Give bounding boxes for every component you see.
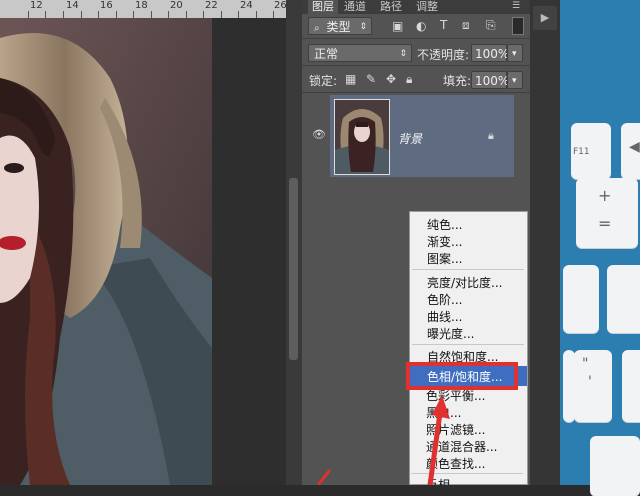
- filter-kind-label: 类型: [326, 20, 351, 34]
- keyboard-key: [607, 265, 640, 333]
- lock-transparent-icon[interactable]: ▦: [345, 72, 356, 86]
- lock-icon: 🔒︎: [488, 129, 494, 142]
- annotation-highlight-box: [406, 362, 518, 390]
- menu-item-exposure[interactable]: 曝光度...: [427, 325, 474, 342]
- ruler-tick: 26: [274, 0, 287, 11]
- ruler-tick: 16: [100, 0, 113, 11]
- layer-thumbnail[interactable]: [334, 99, 390, 175]
- fill-input[interactable]: 100%: [471, 71, 509, 89]
- keyboard-key-quote: " ': [574, 350, 612, 422]
- photo-portrait: [0, 18, 212, 485]
- annotation-arrow-tail: [316, 469, 332, 485]
- adjustment-filter-icon[interactable]: ◐: [416, 19, 426, 33]
- tab-layers[interactable]: 图层: [308, 0, 338, 14]
- keyboard-key-plus: + =: [576, 178, 638, 248]
- menu-item-solid-color[interactable]: 纯色...: [427, 216, 462, 233]
- canvas-pasteboard: [212, 18, 286, 485]
- opacity-label: 不透明度:: [417, 48, 470, 62]
- image-filter-icon[interactable]: ▣: [392, 19, 403, 33]
- horizontal-ruler: 12 14 16 18 20 22 24 26: [0, 0, 287, 19]
- keyboard-key-f11: F11: [571, 123, 611, 179]
- blend-mode-select[interactable]: 正常 ⇕: [308, 44, 412, 62]
- lock-image-icon[interactable]: ✎: [366, 72, 376, 86]
- tab-adjustments[interactable]: 调整: [412, 0, 442, 14]
- keyboard-key: ◀: [621, 123, 640, 179]
- chevron-updown-icon: ⇕: [399, 49, 407, 59]
- type-filter-icon[interactable]: T: [440, 18, 447, 32]
- annotation-arrow: [427, 395, 450, 485]
- ruler-tick: 24: [240, 0, 253, 11]
- ruler-tick: 12: [30, 0, 43, 11]
- ruler-tick: 14: [66, 0, 79, 11]
- fill-dropdown-icon[interactable]: ▾: [507, 71, 523, 89]
- menu-item-pattern[interactable]: 图案...: [427, 250, 462, 267]
- keyboard-key: [622, 350, 640, 422]
- ruler-tick: 18: [135, 0, 148, 11]
- filter-toggle-icon[interactable]: [512, 17, 524, 35]
- smart-object-filter-icon[interactable]: ⎘: [486, 18, 496, 33]
- menu-item-gradient[interactable]: 渐变...: [427, 233, 462, 250]
- lock-position-icon[interactable]: ✥: [386, 72, 396, 86]
- scrollbar-thumb[interactable]: [289, 178, 298, 360]
- blend-mode-value: 正常: [314, 47, 339, 61]
- keyboard-key: [563, 265, 599, 333]
- ruler-tick: 20: [170, 0, 183, 11]
- lock-label: 锁定:: [309, 74, 338, 88]
- menu-item-curves[interactable]: 曲线...: [427, 308, 462, 325]
- panel-tabs: 图层 通道 路径 调整: [302, 0, 530, 14]
- play-icon[interactable]: ▶: [533, 6, 557, 30]
- panel-menu-icon[interactable]: ☰: [512, 1, 520, 11]
- lock-all-icon[interactable]: 🔒︎: [406, 72, 412, 87]
- ruler-tick: 22: [205, 0, 218, 11]
- panel-dock: [530, 0, 560, 485]
- fill-label: 填充:: [443, 74, 472, 88]
- tab-paths[interactable]: 路径: [376, 0, 406, 14]
- eye-icon[interactable]: 👁︎: [312, 128, 326, 141]
- layer-name[interactable]: 背景: [398, 130, 422, 147]
- menu-item-levels[interactable]: 色阶...: [427, 291, 462, 308]
- shape-filter-icon[interactable]: ⧈: [462, 18, 470, 33]
- search-icon: ⌕: [314, 23, 320, 34]
- chevron-updown-icon: ⇕: [359, 22, 367, 32]
- opacity-input[interactable]: 100%: [471, 44, 509, 62]
- opacity-dropdown-icon[interactable]: ▾: [507, 44, 523, 62]
- menu-item-brightness-contrast[interactable]: 亮度/对比度...: [427, 274, 503, 291]
- tab-channels[interactable]: 通道: [340, 0, 370, 14]
- keyboard-key: [590, 436, 640, 496]
- filter-kind-select[interactable]: ⌕ 类型 ⇕: [308, 17, 372, 35]
